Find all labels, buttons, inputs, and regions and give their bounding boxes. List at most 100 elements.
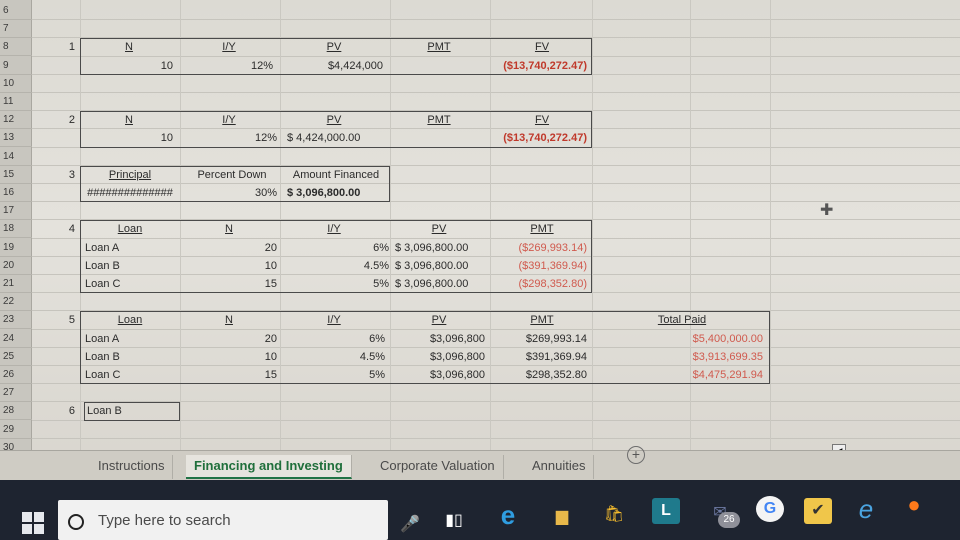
chrome-icon[interactable]: G (756, 496, 784, 522)
windows-start-icon[interactable] (22, 512, 44, 534)
header-pv: PV (326, 114, 342, 127)
firefox-icon[interactable]: ● (900, 492, 928, 518)
cell-cursor-icon: ✚ (820, 202, 834, 219)
iy-value: 6% (369, 332, 385, 345)
fv-value: ($13,740,272.47) (503, 132, 587, 145)
header-iy: I/Y (222, 41, 236, 54)
header-amount-financed: Amount Financed (292, 168, 380, 181)
task-view-icon[interactable]: ▮▯ (440, 508, 468, 534)
header-pmt: PMT (427, 41, 451, 54)
row-header[interactable]: 24 (0, 330, 32, 348)
pmt-value: ($298,352.80) (518, 278, 588, 290)
row-header[interactable]: 27 (0, 384, 32, 403)
spreadsheet-grid[interactable]: 6 7 8 9 10 11 12 13 14 15 16 17 18 19 20 21 22 23 24 25 26 27… (0, 0, 960, 450)
header-fv: FV (534, 41, 550, 54)
section-number: 5 (68, 314, 75, 327)
internet-explorer-icon[interactable]: e (852, 496, 880, 522)
row-header[interactable]: 10 (0, 75, 32, 93)
row-header[interactable]: 11 (0, 93, 32, 111)
pv-value: $3,096,800 (429, 369, 485, 381)
percent-down-value: 30% (254, 187, 277, 199)
pmt-value: $391,369.94 (525, 350, 587, 363)
notification-badge: 26 (718, 512, 740, 528)
header-n: N (225, 223, 233, 236)
tab-instructions[interactable]: Instructions (90, 455, 174, 479)
loan-name: Loan A (85, 332, 120, 345)
loan-name: Loan A (85, 241, 120, 254)
header-iy: I/Y (222, 114, 236, 127)
row-header[interactable]: 6 (0, 2, 32, 20)
file-explorer-icon[interactable]: ▆ (548, 504, 576, 530)
n-value: 20 (264, 241, 277, 254)
row-header[interactable]: 28 (0, 402, 32, 421)
tab-corporate-valuation[interactable]: Corporate Valuation (372, 455, 504, 479)
row-header[interactable]: 8 (0, 38, 32, 57)
iy-value: 4.5% (363, 259, 389, 272)
header-loan: Loan (117, 223, 143, 236)
header-fv: FV (534, 114, 550, 127)
pmt-value: $269,993.14 (525, 332, 587, 345)
row-header[interactable]: 13 (0, 129, 32, 148)
row-header[interactable]: 12 (0, 111, 32, 130)
pmt-value: $298,352.80 (525, 369, 587, 381)
edge-browser-icon[interactable]: e (494, 502, 522, 528)
header-iy: I/Y (327, 314, 341, 327)
section-number: 2 (68, 114, 75, 127)
header-principal: Principal (108, 168, 152, 181)
row-header[interactable]: 15 (0, 166, 32, 184)
row-header[interactable]: 26 (0, 366, 32, 384)
total-paid-value: $5,400,000.00 (692, 332, 763, 345)
n-value: 15 (264, 278, 277, 290)
header-n: N (125, 41, 133, 54)
n-value: 20 (264, 332, 277, 345)
fv-value: ($13,740,272.47) (503, 59, 587, 72)
header-percent-down: Percent Down (197, 168, 267, 181)
n-value: 10 (160, 132, 173, 145)
gridline (32, 19, 960, 21)
header-n: N (225, 314, 233, 327)
row-header[interactable]: 29 (0, 421, 32, 439)
store-icon[interactable]: 🛍 (600, 502, 628, 528)
loan-name: Loan C (85, 369, 121, 381)
row-header[interactable]: 25 (0, 348, 32, 366)
principal-value: ############## (87, 187, 173, 199)
l-app-icon[interactable]: L (652, 498, 680, 524)
iy-value: 6% (373, 241, 389, 254)
tab-financing-and-investing[interactable]: Financing and Investing (186, 455, 352, 479)
total-paid-value: $3,913,699.35 (692, 350, 763, 363)
loan-name: Loan B (85, 259, 120, 272)
gridline (770, 0, 771, 450)
tab-annuities[interactable]: Annuities (524, 455, 595, 479)
amount-financed-value: $ 3,096,800.00 (287, 187, 361, 199)
row-header[interactable]: 14 (0, 148, 32, 166)
row-header[interactable]: 19 (0, 239, 32, 257)
gridline (32, 437, 960, 439)
tasks-app-icon[interactable]: ✔ (804, 498, 832, 524)
row-header[interactable]: 21 (0, 275, 32, 293)
row-header[interactable]: 22 (0, 293, 32, 312)
row-header[interactable]: 30 (0, 439, 32, 450)
taskbar-search-box[interactable]: Type here to search (58, 500, 388, 540)
row-header[interactable]: 17 (0, 202, 32, 221)
section-number: 3 (68, 168, 75, 181)
header-pmt: PMT (427, 114, 451, 127)
row-header[interactable]: 20 (0, 257, 32, 275)
pv-value: $ 3,096,800.00 (395, 278, 469, 290)
row-header[interactable]: 7 (0, 20, 32, 39)
header-loan: Loan (117, 314, 143, 327)
row-header[interactable]: 23 (0, 311, 32, 330)
answer-value: Loan B (87, 405, 122, 418)
add-sheet-button[interactable]: + (627, 446, 645, 464)
row-header[interactable]: 9 (0, 57, 32, 75)
pv-value: $4,424,000 (327, 59, 383, 72)
loan-name: Loan B (85, 350, 120, 363)
pv-value: $ 3,096,800.00 (395, 259, 469, 272)
microphone-icon[interactable]: 🎤 (396, 512, 424, 538)
header-pv: PV (431, 223, 447, 236)
section-number: 4 (68, 223, 75, 236)
header-iy: I/Y (327, 223, 341, 236)
gridline (32, 92, 960, 93)
row-header[interactable]: 18 (0, 220, 32, 239)
row-header[interactable]: 16 (0, 184, 32, 202)
header-n: N (125, 114, 133, 127)
